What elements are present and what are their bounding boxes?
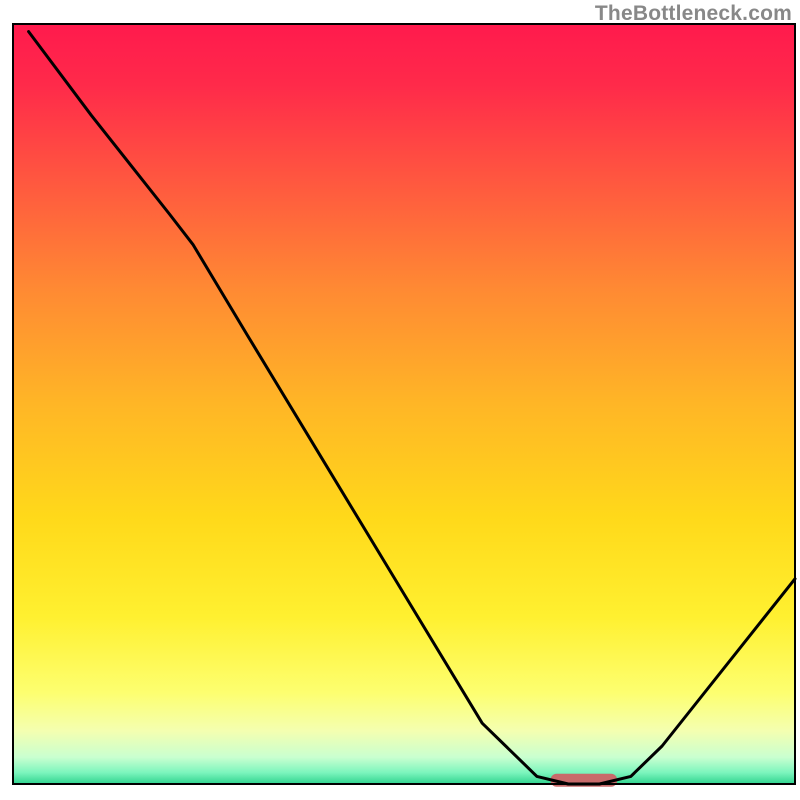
bottleneck-chart [0,0,800,800]
chart-container: TheBottleneck.com [0,0,800,800]
gradient-background [13,24,795,784]
